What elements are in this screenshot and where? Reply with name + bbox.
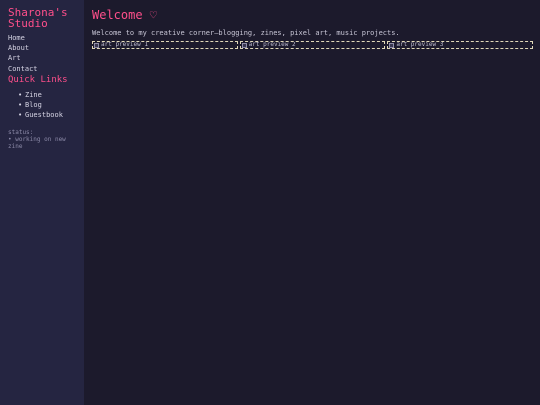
nav-link-about[interactable]: About xyxy=(8,43,84,53)
broken-image-icon xyxy=(94,42,99,48)
nav-link-home[interactable]: Home xyxy=(8,33,84,43)
main-content: Welcome ♡ Welcome to my creative corner—… xyxy=(84,0,540,405)
status-text: • working on new zine xyxy=(8,136,66,151)
quick-link-item: • Blog xyxy=(18,100,84,110)
art-preview-1[interactable]: art preview 1 xyxy=(92,41,238,49)
quick-links: Quick Links • Zine • Blog • Guestbook xyxy=(8,75,84,121)
quick-link-zine[interactable]: Zine xyxy=(25,90,42,100)
bullet: • xyxy=(18,90,23,99)
bullet: • xyxy=(18,111,23,120)
quick-link-blog[interactable]: Blog xyxy=(25,100,42,110)
bullet: • xyxy=(18,101,23,110)
broken-image-icon xyxy=(389,42,395,48)
site-title[interactable]: Sharona's Studio xyxy=(8,7,84,29)
art-preview-alt: art preview 1 xyxy=(101,41,148,48)
nav-link-art[interactable]: Art xyxy=(8,53,84,63)
art-preview-alt: art preview 3 xyxy=(396,41,444,48)
intro-text: Welcome to my creative corner—blogging, … xyxy=(92,29,400,37)
page-layout: Sharona's Studio Home About Art Contact … xyxy=(0,0,540,405)
quick-link-guestbook[interactable]: Guestbook xyxy=(25,110,63,120)
quick-links-title: Quick Links xyxy=(8,74,68,85)
sidebar: Sharona's Studio Home About Art Contact … xyxy=(0,0,84,405)
art-preview-alt: art preview 2 xyxy=(248,41,296,48)
art-preview-3[interactable]: art preview 3 xyxy=(387,41,534,49)
main-nav: Home About Art Contact xyxy=(8,33,84,74)
art-preview-2[interactable]: art preview 2 xyxy=(239,41,386,49)
status-box: status: • working on new zine xyxy=(8,129,84,150)
nav-link-contact[interactable]: Contact xyxy=(8,64,84,74)
art-gallery: art preview 1 art preview 2 art preview … xyxy=(92,41,534,49)
quick-link-item: • Guestbook xyxy=(18,110,84,120)
status-label: status: xyxy=(8,129,34,137)
page-title: Welcome ♡ xyxy=(92,8,158,22)
quick-link-item: • Zine xyxy=(18,90,84,100)
broken-image-icon xyxy=(241,42,247,48)
quick-links-list: • Zine • Blog • Guestbook xyxy=(8,90,84,121)
